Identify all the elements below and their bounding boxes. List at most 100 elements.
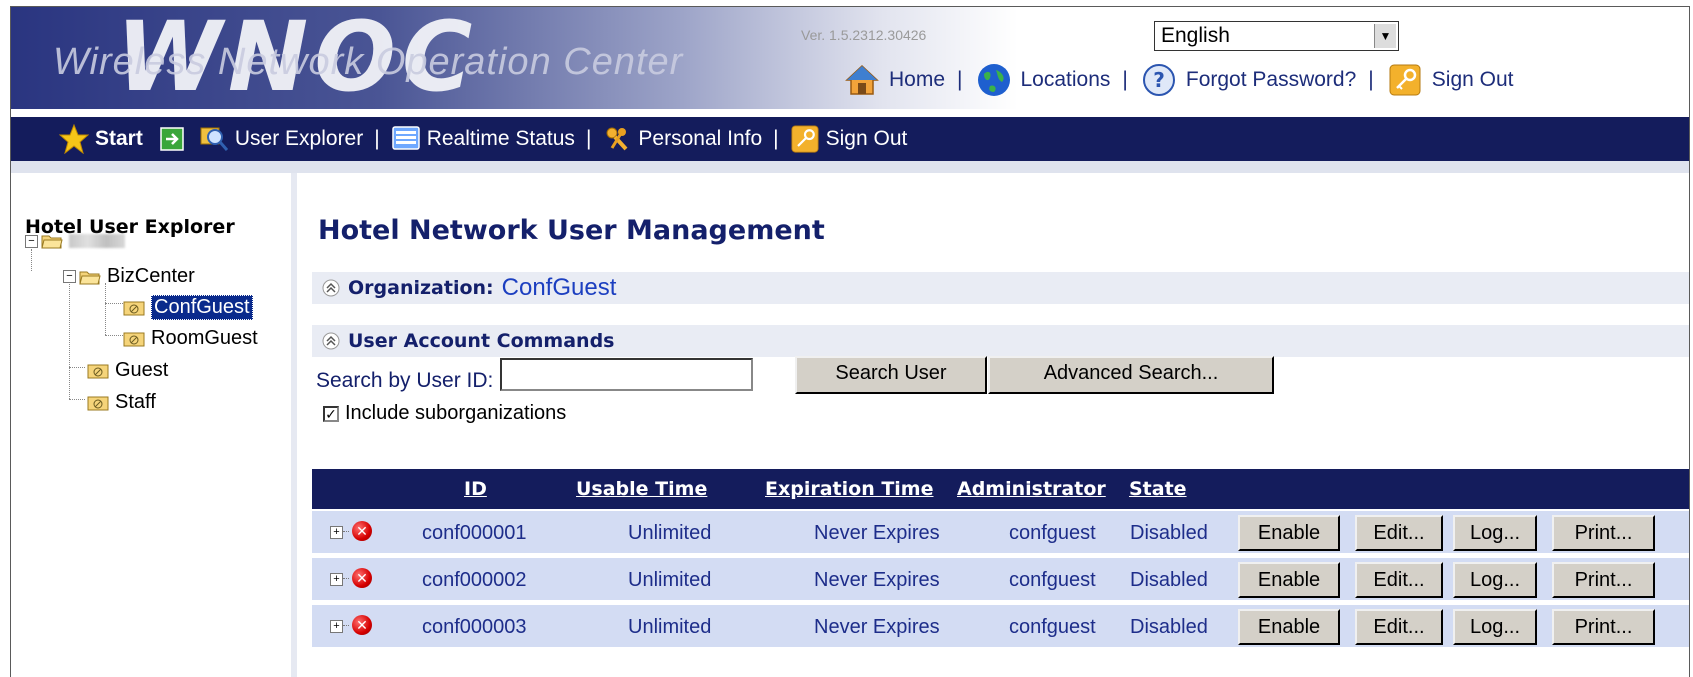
tree-node-label: BizCenter bbox=[107, 265, 195, 287]
search-input[interactable] bbox=[500, 358, 753, 391]
cell-administrator: confguest bbox=[1009, 616, 1096, 638]
tree-line bbox=[69, 367, 85, 368]
cell-id: conf000003 bbox=[422, 616, 527, 638]
key-icon[interactable] bbox=[1386, 61, 1424, 99]
search-user-button[interactable]: Search User bbox=[795, 356, 987, 394]
cell-state: Disabled bbox=[1130, 522, 1208, 544]
cell-usable-time: Unlimited bbox=[628, 522, 712, 544]
folder-icon bbox=[87, 364, 109, 378]
redacted-org-name bbox=[69, 234, 125, 248]
tree-line bbox=[105, 303, 123, 304]
log-button[interactable]: Log... bbox=[1453, 562, 1537, 598]
tree-node-label: Guest bbox=[115, 359, 169, 381]
tree-node-staff[interactable]: Staff bbox=[87, 391, 156, 414]
collapse-icon[interactable]: − bbox=[25, 234, 38, 248]
logo-subtitle: Wireless Network Operation Center bbox=[53, 41, 684, 83]
home-icon[interactable] bbox=[843, 61, 881, 99]
folder-icon bbox=[87, 396, 109, 410]
tree-line bbox=[31, 249, 32, 271]
print-button[interactable]: Print... bbox=[1552, 515, 1655, 551]
advanced-search-button[interactable]: Advanced Search... bbox=[988, 356, 1274, 394]
sign-out-link[interactable]: Sign Out bbox=[1432, 68, 1514, 92]
key-icon bbox=[790, 124, 820, 154]
user-account-commands-label: User Account Commands bbox=[348, 330, 615, 352]
expand-icon[interactable]: + bbox=[330, 526, 343, 539]
tree-node-bizcenter[interactable]: − BizCenter bbox=[63, 265, 195, 288]
column-header-state[interactable]: State bbox=[1129, 469, 1187, 509]
forgot-password-link[interactable]: Forgot Password? bbox=[1186, 68, 1356, 92]
edit-button[interactable]: Edit... bbox=[1355, 562, 1443, 598]
main-navbar: Start User Explorer | Realtime Status | … bbox=[11, 117, 1689, 161]
tree-node-label: Staff bbox=[115, 391, 156, 413]
top-links: Home | Locations | ? Forgot Password? | … bbox=[843, 59, 1513, 101]
delete-icon[interactable]: ✕ bbox=[352, 568, 372, 588]
table-row: + ✕ conf000001 Unlimited Never Expires c… bbox=[312, 511, 1689, 553]
magnifier-icon bbox=[199, 124, 229, 154]
expand-icon[interactable]: + bbox=[330, 620, 343, 633]
folder-icon bbox=[123, 332, 145, 346]
language-select[interactable]: English ▼ bbox=[1154, 21, 1399, 51]
monitor-icon bbox=[391, 124, 421, 154]
nav-user-explorer-label: User Explorer bbox=[234, 127, 364, 150]
home-link[interactable]: Home bbox=[889, 68, 945, 92]
collapse-section-icon[interactable] bbox=[320, 330, 342, 352]
cell-expiration-time: Never Expires bbox=[814, 569, 940, 591]
delete-icon[interactable]: ✕ bbox=[352, 615, 372, 635]
star-icon bbox=[59, 124, 89, 154]
column-header-expiration-time[interactable]: Expiration Time bbox=[765, 469, 934, 509]
expand-icon[interactable]: + bbox=[330, 573, 343, 586]
tree-node-roomguest[interactable]: RoomGuest bbox=[123, 327, 258, 350]
enable-button[interactable]: Enable bbox=[1238, 515, 1340, 551]
sidebar: Hotel User Explorer − − BizCenter ConfGu… bbox=[11, 173, 297, 677]
cell-usable-time: Unlimited bbox=[628, 616, 712, 638]
collapse-icon[interactable]: − bbox=[63, 270, 76, 283]
nav-personal-info[interactable]: Personal Info bbox=[602, 124, 762, 154]
collapse-section-icon[interactable] bbox=[320, 277, 342, 299]
separator: | bbox=[957, 68, 963, 91]
edit-button[interactable]: Edit... bbox=[1355, 609, 1443, 645]
tree-node-root[interactable]: − bbox=[25, 233, 125, 249]
enable-button[interactable]: Enable bbox=[1238, 562, 1340, 598]
print-button[interactable]: Print... bbox=[1552, 562, 1655, 598]
include-suborganizations-checkbox[interactable]: ✓ bbox=[323, 405, 339, 422]
tree-node-confguest[interactable]: ConfGuest bbox=[123, 295, 253, 320]
header-banner: WNOC Wireless Network Operation Center V… bbox=[11, 7, 1689, 109]
user-account-commands-section[interactable]: User Account Commands bbox=[312, 325, 1689, 357]
separator: | bbox=[1122, 68, 1128, 91]
tree-node-label: RoomGuest bbox=[151, 327, 258, 349]
column-header-administrator[interactable]: Administrator bbox=[957, 469, 1106, 509]
language-value: English bbox=[1161, 24, 1230, 47]
chevron-down-icon[interactable]: ▼ bbox=[1374, 24, 1396, 48]
organization-value: ConfGuest bbox=[501, 274, 617, 301]
help-icon[interactable]: ? bbox=[1140, 61, 1178, 99]
print-button[interactable]: Print... bbox=[1552, 609, 1655, 645]
enable-button[interactable]: Enable bbox=[1238, 609, 1340, 645]
include-suborganizations-label: Include suborganizations bbox=[345, 402, 567, 424]
nav-sign-out[interactable]: Sign Out bbox=[790, 124, 907, 154]
table-header: ID Usable Time Expiration Time Administr… bbox=[312, 469, 1689, 509]
column-header-id[interactable]: ID bbox=[464, 469, 487, 509]
nav-realtime-status-label: Realtime Status bbox=[426, 127, 575, 150]
log-button[interactable]: Log... bbox=[1453, 515, 1537, 551]
nav-user-explorer[interactable]: User Explorer bbox=[199, 124, 363, 154]
delete-icon[interactable]: ✕ bbox=[352, 521, 372, 541]
arrow-right-icon bbox=[157, 124, 187, 154]
include-suborganizations-row[interactable]: ✓ Include suborganizations bbox=[323, 402, 566, 425]
nav-realtime-status[interactable]: Realtime Status bbox=[391, 124, 575, 154]
locations-link[interactable]: Locations bbox=[1021, 68, 1111, 92]
organization-section[interactable]: Organization: ConfGuest bbox=[312, 272, 1689, 304]
log-button[interactable]: Log... bbox=[1453, 609, 1537, 645]
tree-line bbox=[69, 281, 70, 399]
column-header-usable-time[interactable]: Usable Time bbox=[576, 469, 707, 509]
cell-expiration-time: Never Expires bbox=[814, 522, 940, 544]
table-row: + ✕ conf000002 Unlimited Never Expires c… bbox=[312, 558, 1689, 600]
nav-start[interactable]: Start bbox=[59, 124, 143, 154]
cell-administrator: confguest bbox=[1009, 522, 1096, 544]
tree-line bbox=[105, 283, 106, 335]
folder-icon bbox=[123, 301, 145, 315]
cell-usable-time: Unlimited bbox=[628, 569, 712, 591]
separator: | bbox=[585, 127, 592, 150]
edit-button[interactable]: Edit... bbox=[1355, 515, 1443, 551]
globe-icon[interactable] bbox=[975, 61, 1013, 99]
tree-node-guest[interactable]: Guest bbox=[87, 359, 168, 382]
